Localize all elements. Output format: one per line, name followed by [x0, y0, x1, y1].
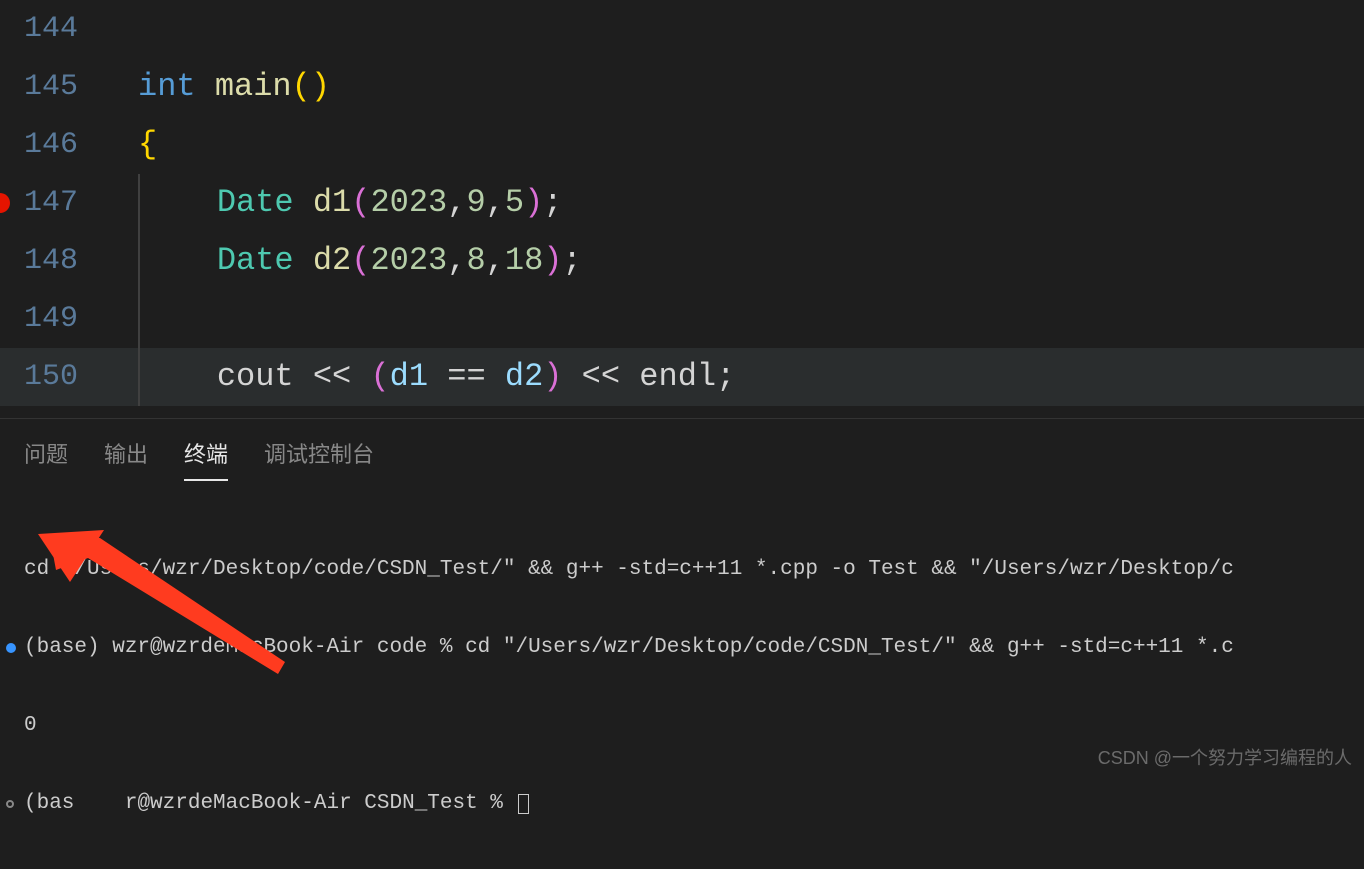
terminal-output[interactable]: cd "/Users/wzr/Desktop/code/CSDN_Test/" …	[0, 481, 1364, 869]
tab-output[interactable]: 输出	[104, 437, 148, 481]
terminal-line: (base) wzr@wzrdeMacBook-Air code % cd "/…	[24, 635, 1340, 661]
line-number: 147	[0, 174, 108, 232]
code-line[interactable]: 144	[0, 0, 1364, 58]
code-line[interactable]: 149	[0, 290, 1364, 348]
code-line[interactable]: 146{	[0, 116, 1364, 174]
terminal-line: (basXXXXr@wzrdeMacBook-Air CSDN_Test %	[24, 791, 1340, 817]
code-content[interactable]	[108, 290, 140, 348]
code-content[interactable]: Date d1(2023,9,5);	[108, 174, 562, 232]
line-number: 146	[0, 116, 108, 174]
line-number: 145	[0, 58, 108, 116]
code-line[interactable]: 150 cout << (d1 == d2) << endl;	[0, 348, 1364, 406]
tab-terminal[interactable]: 终端	[184, 437, 228, 481]
code-content[interactable]: {	[108, 116, 157, 174]
code-content[interactable]: cout << (d1 == d2) << endl;	[108, 348, 735, 406]
terminal-line: cd "/Users/wzr/Desktop/code/CSDN_Test/" …	[24, 557, 1340, 583]
code-line[interactable]: 147 Date d1(2023,9,5);	[0, 174, 1364, 232]
terminal-cursor	[518, 794, 529, 814]
indent-guide	[138, 290, 140, 348]
panel-tabs: 问题 输出 终端 调试控制台	[0, 419, 1364, 481]
code-line[interactable]: 145int main()	[0, 58, 1364, 116]
watermark-text: CSDN @一个努力学习编程的人	[1098, 744, 1352, 770]
terminal-line: 0	[24, 713, 1340, 739]
tab-problems[interactable]: 问题	[24, 437, 68, 481]
status-dot-icon	[6, 643, 16, 653]
code-editor[interactable]: 144145int main()146{147 Date d1(2023,9,5…	[0, 0, 1364, 418]
status-dot-icon	[6, 800, 14, 808]
line-number: 150	[0, 348, 108, 406]
line-number: 144	[0, 0, 108, 58]
code-content[interactable]: int main()	[108, 58, 330, 116]
tab-debug-console[interactable]: 调试控制台	[264, 437, 374, 481]
line-number: 148	[0, 232, 108, 290]
bottom-panel: 问题 输出 终端 调试控制台 cd "/Users/wzr/Desktop/co…	[0, 418, 1364, 778]
code-content[interactable]: Date d2(2023,8,18);	[108, 232, 582, 290]
line-number: 149	[0, 290, 108, 348]
code-line[interactable]: 148 Date d2(2023,8,18);	[0, 232, 1364, 290]
